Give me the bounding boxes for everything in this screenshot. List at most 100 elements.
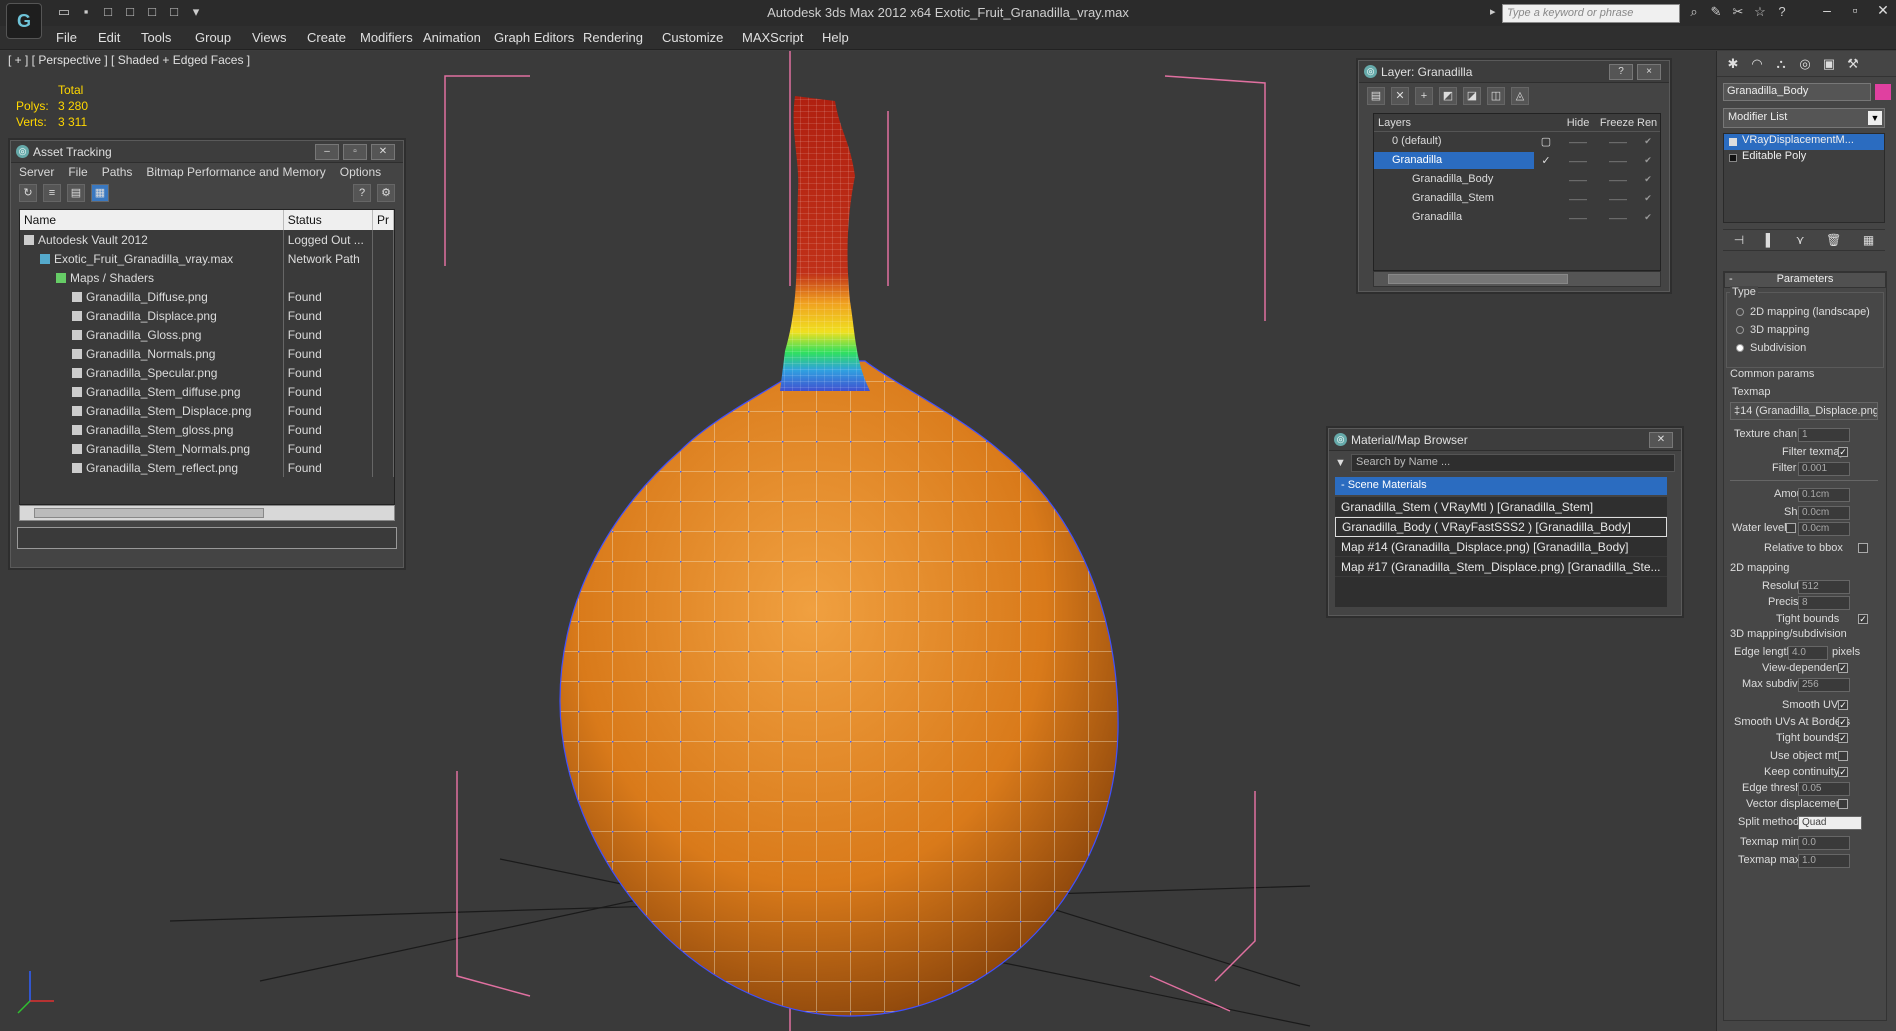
shift-spinner[interactable]: 0.0cm (1798, 506, 1850, 520)
help-icon[interactable]: ? (353, 184, 371, 202)
freeze-all-icon[interactable]: ◬ (1511, 87, 1529, 105)
close-button[interactable]: ✕ (1649, 432, 1673, 448)
menu-modifiers[interactable]: Modifiers (360, 30, 413, 45)
hide-toggle-icon[interactable]: —— (1558, 175, 1598, 185)
amount-spinner[interactable]: 0.1cm (1798, 488, 1850, 502)
chevron-down-icon[interactable]: ▾ (188, 4, 204, 20)
asset-hscrollbar[interactable] (19, 505, 395, 521)
minimize-button[interactable]: – (315, 144, 339, 160)
render-toggle-icon[interactable]: ✔ (1638, 136, 1658, 147)
highlight-layer-icon[interactable]: ◪ (1463, 87, 1481, 105)
column-freeze[interactable]: Freeze (1597, 117, 1637, 129)
freeze-toggle-icon[interactable]: —— (1598, 156, 1638, 166)
current-layer-box-icon[interactable]: ▢ (1534, 135, 1558, 148)
layer-row[interactable]: 0 (default) ▢ —— —— ✔ (1374, 132, 1660, 151)
filter-blur-spinner[interactable]: 0.001 (1798, 462, 1850, 476)
configure-sets-icon[interactable]: ▦ (1863, 230, 1874, 250)
binoculars-icon[interactable]: ⌕ (1686, 4, 1702, 20)
remove-modifier-icon[interactable]: 🗑 (1826, 230, 1841, 250)
layer-tree[interactable]: Layers Hide Freeze Ren 0 (default) ▢ —— —— ✔… (1373, 113, 1661, 271)
menu-help[interactable]: Help (822, 30, 849, 45)
edge-thresh-spinner[interactable]: 0.05 (1798, 782, 1850, 796)
column-hide[interactable]: Hide (1559, 117, 1597, 129)
table-view-icon[interactable]: ▤ (67, 184, 85, 202)
layer-row[interactable]: Granadilla ✓ —— —— ✔ (1374, 151, 1660, 170)
material-item[interactable]: Granadilla_Body ( VRayFastSSS2 ) [Granad… (1335, 517, 1667, 537)
table-row[interactable]: Granadilla_Stem_gloss.png Found (20, 420, 394, 439)
scene-materials-header[interactable]: - Scene Materials (1335, 477, 1667, 495)
radio-3d-mapping[interactable]: 3D mapping (1736, 324, 1809, 336)
asset-menu-file[interactable]: File (68, 165, 87, 179)
table-row[interactable]: Granadilla_Stem_Normals.png Found (20, 439, 394, 458)
table-row[interactable]: Granadilla_Normals.png Found (20, 344, 394, 363)
render-toggle-icon[interactable]: ✔ (1638, 155, 1658, 166)
close-button[interactable]: × (1637, 64, 1661, 80)
star-icon[interactable]: ☆ (1752, 4, 1768, 20)
list-view-icon[interactable]: ≡ (43, 184, 61, 202)
table-row[interactable]: Granadilla_Stem_diffuse.png Found (20, 382, 394, 401)
modifier-stack[interactable]: VRayDisplacementM... Editable Poly (1723, 133, 1885, 223)
object-color-swatch[interactable] (1875, 84, 1891, 100)
smooth-uvs-borders-checkbox[interactable]: ✓ (1838, 717, 1848, 727)
layer-row[interactable]: Granadilla_Stem —— —— ✔ (1374, 189, 1660, 208)
settings-icon[interactable]: ⚙ (377, 184, 395, 202)
menu-create[interactable]: Create (307, 30, 346, 45)
table-row[interactable]: Granadilla_Diffuse.png Found (20, 287, 394, 306)
3dsmax-logo-icon[interactable]: G (6, 3, 42, 39)
chevron-right-icon[interactable]: ▸ (1490, 5, 1496, 18)
material-search-input[interactable]: Search by Name ... (1351, 454, 1675, 472)
stack-item-vraydisplacement[interactable]: VRayDisplacementM... (1724, 134, 1884, 150)
asset-tree[interactable]: Name Status Pr Autodesk Vault 2012 Logged… (19, 209, 395, 505)
column-name[interactable]: Name (20, 210, 284, 230)
object-name-field[interactable]: Granadilla_Body (1723, 83, 1871, 101)
filter-texmap-checkbox[interactable]: ✓ (1838, 447, 1848, 457)
hide-toggle-icon[interactable]: —— (1558, 156, 1598, 166)
asset-menu-options[interactable]: Options (340, 165, 381, 179)
table-row[interactable]: Granadilla_Gloss.png Found (20, 325, 394, 344)
texmap-button[interactable]: ‡14 (Granadilla_Displace.png) (1730, 402, 1878, 420)
smooth-uvs-checkbox[interactable]: ✓ (1838, 700, 1848, 710)
menu-views[interactable]: Views (252, 30, 286, 45)
maximize-button[interactable]: ▫ (343, 144, 367, 160)
render-toggle-icon[interactable]: ✔ (1638, 193, 1658, 204)
close-icon[interactable]: ✕ (1876, 2, 1890, 19)
motion-tab-icon[interactable]: ◎ (1795, 55, 1815, 73)
asset-menu-bitmap[interactable]: Bitmap Performance and Memory (146, 165, 325, 179)
vector-displacement-checkbox[interactable] (1838, 799, 1848, 809)
grid-view-icon[interactable]: ▦ (91, 184, 109, 202)
modify-tab-icon[interactable]: ◠ (1747, 55, 1767, 73)
hide-toggle-icon[interactable]: —— (1558, 213, 1598, 223)
radio-icon[interactable] (1736, 326, 1744, 335)
column-layers[interactable]: Layers (1374, 117, 1559, 129)
freeze-toggle-icon[interactable]: —— (1598, 137, 1638, 147)
keep-continuity-checkbox[interactable]: ✓ (1838, 767, 1848, 777)
menu-customize[interactable]: Customize (662, 30, 723, 45)
help-button[interactable]: ? (1609, 64, 1633, 80)
make-unique-icon[interactable]: ⋎ (1796, 230, 1805, 250)
asset-path-field[interactable] (17, 527, 397, 549)
menu-maxscript[interactable]: MAXScript (742, 30, 803, 45)
radio-icon[interactable] (1736, 344, 1744, 353)
minimize-icon[interactable]: – (1820, 2, 1834, 19)
menu-tools[interactable]: Tools (141, 30, 171, 45)
new-layer-icon[interactable]: ▤ (1367, 87, 1385, 105)
menu-group[interactable]: Group (195, 30, 231, 45)
menu-rendering[interactable]: Rendering (583, 30, 643, 45)
pin-stack-icon[interactable]: ⊣ (1734, 230, 1744, 250)
precision-spinner[interactable]: 8 (1798, 596, 1850, 610)
open-icon[interactable]: ▭ (56, 4, 72, 20)
table-row[interactable]: Autodesk Vault 2012 Logged Out ... (20, 230, 394, 249)
material-item[interactable]: Granadilla_Stem ( VRayMtl ) [Granadilla_… (1335, 497, 1667, 517)
undo-icon[interactable]: □ (122, 4, 138, 20)
viewport-label[interactable]: [ + ] [ Perspective ] [ Shaded + Edged F… (8, 53, 250, 67)
split-method-select[interactable]: Quad (1798, 816, 1862, 830)
create-tab-icon[interactable]: ✱ (1723, 55, 1743, 73)
hierarchy-tab-icon[interactable]: ⛬ (1771, 55, 1791, 73)
filter-icon[interactable]: ▼ (1335, 457, 1351, 469)
layer-titlebar[interactable]: ◎ Layer: Granadilla ? × (1359, 61, 1669, 83)
table-row[interactable]: Maps / Shaders (20, 268, 394, 287)
restore-icon[interactable]: ▫ (1848, 2, 1862, 19)
refresh-icon[interactable]: ↻ (19, 184, 37, 202)
save-icon[interactable]: ▪ (78, 4, 94, 20)
freeze-toggle-icon[interactable]: —— (1598, 213, 1638, 223)
